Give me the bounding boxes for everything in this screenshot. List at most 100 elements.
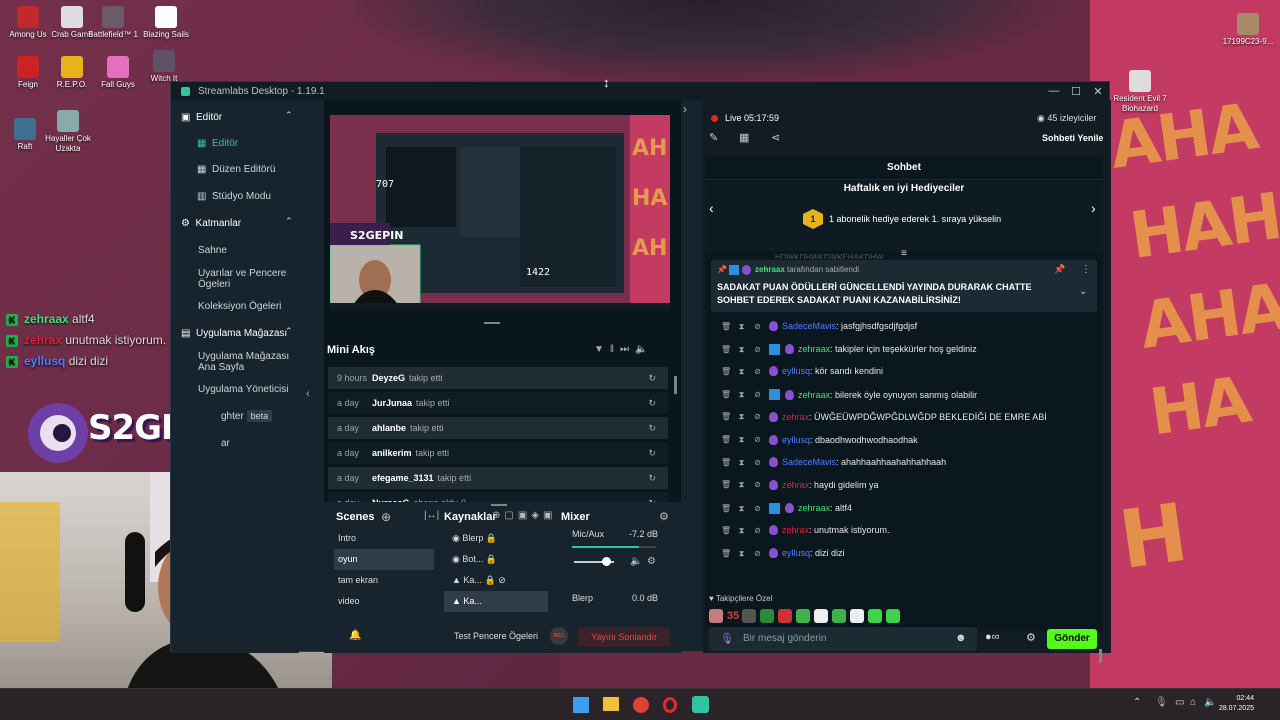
emote[interactable] [778, 609, 793, 623]
timeout-icon[interactable]: ⧗ [737, 412, 746, 421]
streamlabs-taskbar-icon[interactable] [692, 696, 709, 713]
delete-icon[interactable]: 🗑 [721, 504, 731, 513]
emote[interactable] [742, 609, 757, 623]
delete-icon[interactable]: 🗑 [721, 549, 731, 558]
file-explorer-icon[interactable] [603, 697, 619, 711]
minimize-icon[interactable]: — [1043, 85, 1065, 98]
sidebar-item-editor[interactable]: ▦ Editör [197, 138, 238, 149]
more-options-icon[interactable]: ⋮ [1081, 264, 1091, 275]
source-item[interactable]: ▲ Ka... [444, 591, 548, 612]
emote[interactable] [832, 609, 847, 623]
ban-icon[interactable]: ⊘ [753, 390, 762, 399]
ban-icon[interactable]: ⊘ [753, 504, 762, 513]
replay-icon[interactable]: ↻ [648, 373, 656, 384]
skip-icon[interactable]: ⏭ [620, 344, 635, 355]
opera-icon[interactable] [663, 697, 677, 713]
ban-icon[interactable]: ⊘ [753, 322, 762, 331]
chat-username[interactable]: eyllusq [782, 366, 810, 376]
delete-icon[interactable]: 🗑 [721, 526, 731, 535]
source-item[interactable]: ▲ Ka... 🔒 ⊘ [444, 570, 548, 591]
sidebar-item-app-managers[interactable]: Uygulama Yöneticisi [198, 384, 288, 395]
share-icon[interactable]: ⋖ [771, 131, 780, 144]
source-controls[interactable]: ⊕▢▣◈▣ [492, 510, 556, 521]
resize-handle[interactable] [491, 504, 507, 506]
sidebar-item-studio-mode[interactable]: ▥ Stüdyo Modu [197, 191, 271, 202]
scene-item[interactable]: oyun [334, 549, 434, 570]
channel-settings-icon[interactable]: ⚙ [647, 556, 656, 567]
ban-icon[interactable]: ⊘ [753, 526, 762, 535]
lock-icon[interactable]: 🔒 [486, 554, 497, 564]
end-stream-button[interactable]: Yayını Sonlandır [578, 627, 670, 647]
tray-microphone-icon[interactable]: 🎙 [1155, 697, 1168, 708]
emote[interactable] [796, 609, 811, 623]
ban-icon[interactable]: ⊘ [753, 480, 762, 489]
chat-username[interactable]: SadeceMavis [782, 457, 836, 467]
tray-chevron-icon[interactable]: ⌃ [1133, 697, 1141, 708]
pause-icon[interactable]: ‖ [610, 344, 620, 355]
scene-item[interactable]: tam ekran [334, 570, 434, 591]
network-icon[interactable]: ⌂ [1190, 697, 1196, 708]
chat-input[interactable]: Bir mesaj gönderin [743, 633, 826, 644]
ban-icon[interactable]: ⊘ [753, 367, 762, 376]
mini-feed-controls[interactable]: ▼‖⏭🔈 [594, 344, 654, 355]
emote[interactable] [850, 609, 865, 623]
sidebar-item-layout-editor[interactable]: ▦ Düzen Editörü [197, 164, 275, 175]
dashboard-icon[interactable]: ▦ [739, 131, 749, 144]
chat-username[interactable]: zehraax [798, 390, 830, 400]
timeout-icon[interactable]: ⧗ [737, 322, 746, 331]
sidebar-item-other[interactable]: ar [221, 438, 230, 449]
filter-icon[interactable]: ▼ [594, 344, 610, 355]
delete-icon[interactable]: 🗑 [721, 480, 731, 489]
emote[interactable] [814, 609, 829, 623]
timeout-icon[interactable]: ⧗ [737, 480, 746, 489]
timeout-icon[interactable]: ⧗ [737, 390, 746, 399]
commands-icon[interactable]: ●∞ [985, 631, 1000, 643]
ban-icon[interactable]: ⊘ [753, 435, 762, 444]
sidebar-item-scene[interactable]: Sahne [198, 245, 227, 256]
mixer-settings-icon[interactable]: ⚙ [659, 510, 669, 523]
timeout-icon[interactable]: ⧗ [737, 526, 746, 535]
refresh-chat-button[interactable]: Sohbeti Yenile [1042, 133, 1103, 143]
expand-chat-icon[interactable]: › [683, 102, 687, 116]
desktop-icon[interactable]: Blazing Sails [138, 6, 194, 40]
chat-username[interactable]: zehraax [798, 344, 830, 354]
send-button[interactable]: Gönder [1047, 629, 1097, 649]
emote[interactable] [760, 609, 775, 623]
chat-username[interactable]: zehrax [782, 525, 809, 535]
replay-icon[interactable]: ↻ [648, 423, 656, 434]
delete-icon[interactable]: 🗑 [721, 322, 731, 331]
chevron-down-icon[interactable]: ⌄ [1079, 286, 1087, 297]
chevron-up-icon[interactable]: ⌃ [285, 326, 293, 337]
delete-icon[interactable]: 🗑 [721, 367, 731, 376]
delete-icon[interactable]: 🗑 [721, 435, 731, 444]
clock[interactable]: 02:44 28.07.2025 [1214, 694, 1254, 714]
lock-icon[interactable]: 🔒 [484, 575, 495, 585]
sidebar-item-store-home[interactable]: Uygulama Mağazası Ana Sayfa [198, 351, 293, 373]
scene-item[interactable]: video [334, 591, 434, 612]
chat-username[interactable]: eyllusq [782, 548, 810, 558]
desktop-icon[interactable]: Battlefield™ 1 [85, 6, 141, 40]
scroll-down-icon[interactable]: ≡ [901, 248, 907, 259]
collapse-sidebar-icon[interactable]: ‹ [306, 388, 310, 400]
timeout-icon[interactable]: ⧗ [737, 458, 746, 467]
ban-icon[interactable]: ⊘ [753, 458, 762, 467]
chat-username[interactable]: zehrax [782, 412, 809, 422]
chat-username[interactable]: zehrax [782, 480, 809, 490]
sidebar-section-editor[interactable]: ▣ Editör [181, 112, 222, 123]
chat-username[interactable]: SadeceMavis [782, 321, 836, 331]
volume-icon[interactable]: 🔈 [635, 344, 653, 355]
chat-input-box[interactable]: 🎙 Bir mesaj gönderin ☻ [709, 627, 977, 651]
chrome-icon[interactable] [633, 697, 649, 713]
close-icon[interactable]: ✕ [1087, 85, 1109, 98]
timeout-icon[interactable]: ⧗ [737, 367, 746, 376]
windows-start-icon[interactable] [573, 697, 589, 713]
source-item[interactable]: ◉ Bot... 🔒 [444, 549, 548, 570]
sidebar-section-layers[interactable]: ⚙ Katmanlar [181, 218, 241, 229]
emote[interactable] [886, 609, 901, 623]
maximize-icon[interactable]: ☐ [1065, 85, 1087, 98]
emote[interactable] [709, 609, 723, 623]
delete-icon[interactable]: 🗑 [721, 412, 731, 421]
volume-icon[interactable]: 🔈 [630, 556, 642, 567]
sidebar-item-widgets[interactable]: Uyarılar ve Pencere Ögeleri [198, 268, 293, 290]
display-icon[interactable]: ▭ [1175, 697, 1184, 708]
